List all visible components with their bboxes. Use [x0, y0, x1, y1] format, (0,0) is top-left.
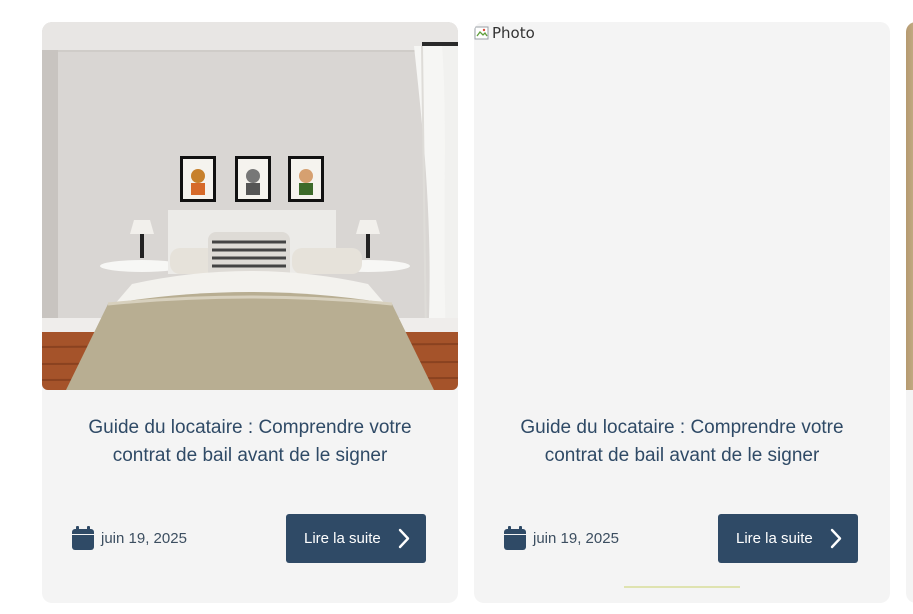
date-text: juin 19, 2025 — [101, 529, 187, 547]
publish-date: juin 19, 2025 — [504, 525, 619, 551]
article-card: Guide du locataire : Comprendre votre co… — [42, 22, 458, 603]
date-text: juin 19, 2025 — [533, 529, 619, 547]
chevron-right-icon — [830, 528, 842, 549]
article-photo-partial — [906, 22, 913, 390]
article-card: Photo Guide du locataire : Comprendre vo… — [474, 22, 890, 603]
carousel-progress-bar — [624, 586, 740, 588]
read-more-label: Lire la suite — [736, 530, 813, 547]
image-alt-text: Photo — [492, 24, 535, 42]
calendar-icon — [504, 526, 526, 550]
read-more-button[interactable]: Lire la suite — [286, 514, 426, 563]
article-card-partial[interactable] — [906, 22, 913, 603]
article-title[interactable]: Guide du locataire : Comprendre votre co… — [494, 414, 870, 470]
article-title[interactable]: Guide du locataire : Comprendre votre co… — [62, 414, 438, 470]
publish-date: juin 19, 2025 — [72, 525, 187, 551]
read-more-button[interactable]: Lire la suite — [718, 514, 858, 563]
chevron-right-icon — [398, 528, 410, 549]
broken-image-icon — [474, 26, 489, 40]
bedroom-photo[interactable] — [42, 22, 458, 390]
calendar-icon — [72, 526, 94, 550]
broken-image[interactable]: Photo — [474, 22, 890, 390]
read-more-label: Lire la suite — [304, 530, 381, 547]
